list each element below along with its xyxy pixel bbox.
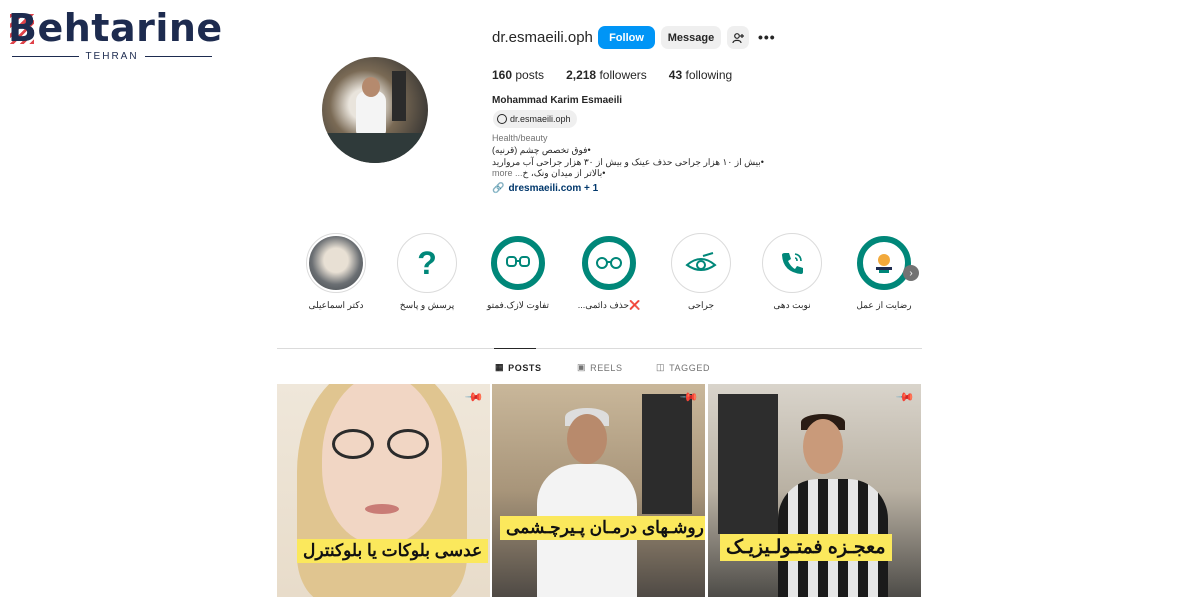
highlight-lasik[interactable]: تفاوت لازک.فمتو — [478, 233, 558, 311]
post-tile[interactable]: معجـزه فمتـولـیزیـک 📌 — [708, 384, 921, 597]
bio-line-3: •بالاتر از میدان ونک، خ — [522, 168, 606, 178]
highlight-booking-circle — [762, 233, 822, 293]
highlight-label: جراحی — [687, 300, 715, 310]
bio-more-link[interactable]: ... more — [492, 168, 523, 178]
pin-icon: 📌 — [464, 386, 485, 408]
highlight-label: رضایت از عمل — [856, 300, 912, 310]
followers-count: 2,218 — [566, 68, 597, 82]
profile-category: Health/beauty — [492, 133, 548, 143]
avatar-head — [362, 77, 380, 97]
highlight-label: دکتر اسماعیلی — [308, 300, 364, 310]
posts-count: 160 — [492, 68, 513, 82]
post-image-lips — [365, 504, 399, 514]
reels-icon: ▣ — [577, 362, 587, 372]
highlight-doctor[interactable]: دکتر اسماعیلی — [296, 233, 376, 311]
posts-stat: 160 posts — [492, 68, 544, 82]
followers-label: followers — [599, 68, 647, 82]
post-image-face — [803, 419, 843, 474]
highlight-label: تفاوت لازک.فمتو — [486, 300, 550, 310]
post-caption: معجـزه فمتـولـیزیـک — [720, 534, 892, 561]
following-stat[interactable]: 43 following — [669, 68, 732, 82]
highlight-surgery-circle — [671, 233, 731, 293]
follow-button[interactable]: Follow — [598, 26, 655, 49]
avatar-coat — [356, 91, 386, 135]
phone-icon — [765, 236, 819, 290]
highlight-label: نوبت دهی — [773, 300, 811, 310]
eye-icon — [674, 236, 728, 290]
avatar-lamp — [392, 71, 406, 121]
logo-line-left — [12, 56, 80, 57]
profile-bio: •فوق تخصص چشم (قرنیه) •بیش از ۱۰ هزار جر… — [492, 145, 792, 180]
avatar-desk — [322, 133, 428, 163]
post-image-machine — [718, 394, 778, 534]
profile-username: dr.esmaeili.oph — [492, 29, 593, 46]
bio-line-3-wrap: •بالاتر از میدان ونک، خ... more — [492, 168, 792, 180]
profile-avatar[interactable] — [322, 57, 428, 163]
tag-icon: ◫ — [656, 362, 666, 372]
post-image-machine — [642, 394, 692, 514]
profile-link-text: dresmaeili.com + 1 — [508, 183, 599, 194]
highlight-qa-circle: ? — [397, 233, 457, 293]
bio-line-2: •بیش از ۱۰ هزار جراحی حذف عینک و بیش از … — [492, 156, 764, 167]
post-tile[interactable]: روشـهای درمـان پـیرچـشمی 📌 — [492, 384, 705, 597]
following-count: 43 — [668, 68, 683, 82]
highlight-glasses[interactable]: ❌حذف دائمی... — [569, 233, 649, 311]
tab-posts-label: POSTS — [508, 362, 542, 373]
brand-logo: Behtarine TEHRAN — [8, 6, 222, 62]
post-image-face — [322, 384, 442, 544]
logo-city: TEHRAN — [85, 51, 139, 62]
link-icon: 🔗 — [492, 183, 505, 194]
post-caption: روشـهای درمـان پـیرچـشمی — [500, 516, 705, 540]
following-label: following — [685, 68, 733, 82]
tabs-divider — [277, 348, 922, 349]
profile-stats: 160 posts 2,218 followers 43 following — [492, 68, 754, 82]
tab-reels[interactable]: ▣ REELS — [577, 362, 623, 373]
story-highlights: دکتر اسماعیلی ? پرسش و پاسخ تفاوت لازک.ف… — [305, 233, 920, 318]
highlight-label: ❌حذف دائمی... — [577, 300, 641, 310]
threads-icon — [497, 114, 507, 124]
question-mark-icon: ? — [417, 244, 437, 281]
post-image-glasses — [332, 429, 432, 459]
tab-reels-label: REELS — [590, 362, 623, 373]
logo-text: Behtarine — [8, 6, 223, 50]
highlight-qa[interactable]: ? پرسش و پاسخ — [387, 233, 467, 311]
add-user-icon — [732, 32, 744, 43]
post-image-face — [567, 414, 607, 464]
highlight-booking[interactable]: نوبت دهی — [752, 233, 832, 311]
pin-icon: 📌 — [895, 386, 916, 408]
post-tile[interactable]: عدسی بلوکات یا بلوکنترل 📌 — [277, 384, 490, 597]
highlight-satisfaction-circle — [854, 233, 914, 293]
glasses-icon — [582, 236, 636, 290]
tab-posts[interactable]: ▦ POSTS — [495, 362, 542, 373]
binocular-icon — [491, 236, 545, 290]
highlight-doctor-circle — [306, 233, 366, 293]
threads-badge[interactable]: dr.esmaeili.oph — [493, 110, 577, 128]
profile-full-name: Mohammad Karim Esmaeili — [492, 95, 623, 106]
doctor-photo-icon — [309, 236, 363, 290]
posts-label: posts — [515, 68, 545, 82]
suggest-users-button[interactable] — [727, 26, 749, 49]
more-options-icon[interactable]: ••• — [758, 29, 776, 45]
logo-line-right — [144, 56, 212, 57]
chevron-right-icon[interactable]: › — [903, 265, 919, 281]
followers-stat[interactable]: 2,218 followers — [566, 68, 647, 82]
tab-tagged[interactable]: ◫ TAGGED — [656, 362, 710, 373]
highlight-lasik-circle — [488, 233, 548, 293]
logo-subtitle: TEHRAN — [12, 51, 212, 62]
grid-icon: ▦ — [495, 362, 505, 372]
tab-tagged-label: TAGGED — [669, 362, 711, 373]
threads-handle: dr.esmaeili.oph — [510, 114, 571, 124]
bio-line-1: •فوق تخصص چشم (قرنیه) — [492, 145, 591, 155]
post-caption: عدسی بلوکات یا بلوکنترل — [297, 539, 489, 563]
profile-link[interactable]: 🔗 dresmaeili.com + 1 — [492, 183, 598, 194]
highlight-glasses-circle — [579, 233, 639, 293]
active-tab-indicator — [494, 348, 536, 349]
highlight-label: پرسش و پاسخ — [399, 300, 455, 310]
highlight-surgery[interactable]: جراحی — [661, 233, 741, 311]
message-button[interactable]: Message — [661, 26, 721, 49]
award-icon — [857, 236, 911, 290]
